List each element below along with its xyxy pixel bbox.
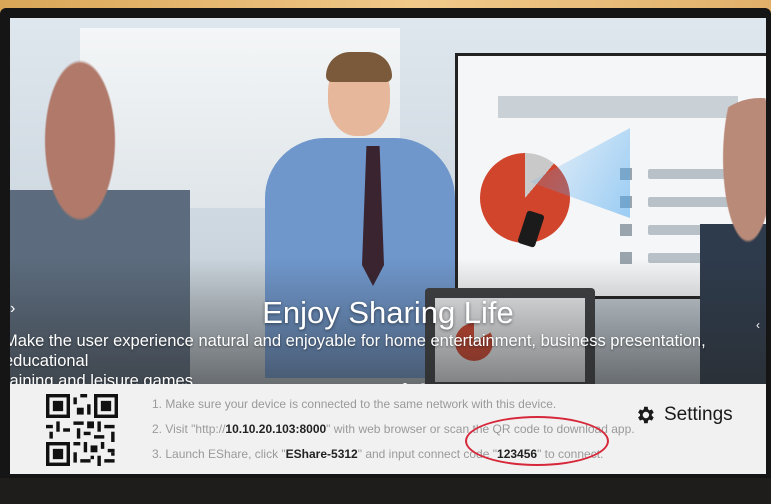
carousel-prev-arrow-icon[interactable]: ‹ <box>10 300 15 318</box>
instruction-step-3: 3. Launch EShare, click "EShare-5312" an… <box>152 447 604 461</box>
slide-subline-line-2: raining and leisure games. <box>10 372 198 384</box>
tv-screen: Enjoy Sharing Life Make the user experie… <box>10 18 766 474</box>
settings-label: Settings <box>664 404 733 425</box>
carousel-next-arrow-icon[interactable]: ‹ <box>756 318 760 332</box>
slide-photo-presenter-hair <box>326 52 392 82</box>
slide-subline: Make the user experience natural and enj… <box>10 331 766 384</box>
connect-code: 123456 <box>497 447 538 461</box>
device-name: EShare-5312 <box>285 447 358 461</box>
connection-info-bar: 1. Make sure your device is connected to… <box>10 384 766 474</box>
carousel-slide[interactable]: Enjoy Sharing Life Make the user experie… <box>10 18 766 384</box>
server-url[interactable]: 10.10.20.103:8000 <box>225 422 326 436</box>
tv-stand <box>0 478 771 504</box>
carousel-page-indicator[interactable] <box>402 376 434 384</box>
settings-button[interactable]: Settings <box>634 404 733 426</box>
instruction-step-2: 2. Visit "http://10.10.20.103:8000" with… <box>152 422 635 436</box>
slide-subline-line-1: Make the user experience natural and enj… <box>10 332 706 370</box>
slide-headline: Enjoy Sharing Life <box>262 295 514 330</box>
instruction-step-1: 1. Make sure your device is connected to… <box>152 397 557 411</box>
gear-icon <box>638 406 654 424</box>
qr-code-icon[interactable] <box>46 394 118 466</box>
